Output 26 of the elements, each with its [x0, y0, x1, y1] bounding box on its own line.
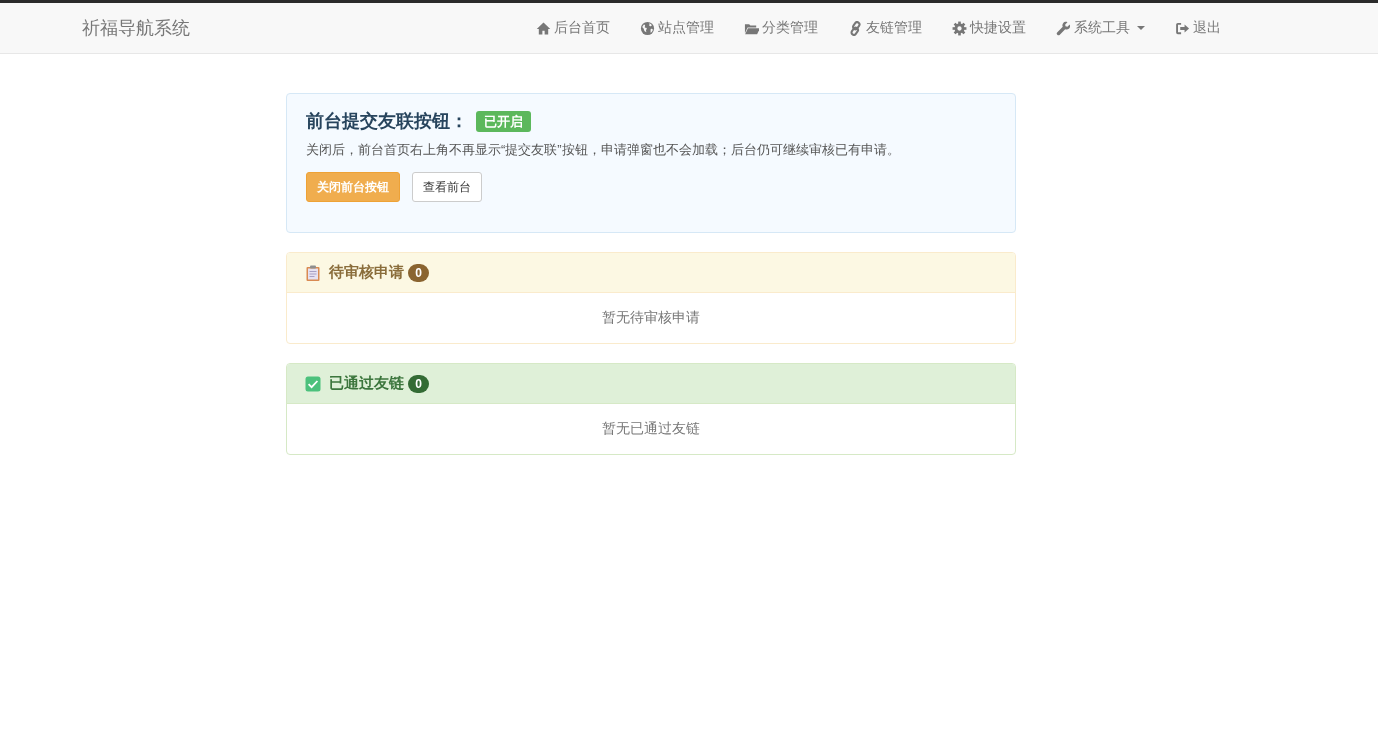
section-title: 已通过友链 — [329, 374, 404, 393]
nav-link[interactable]: 系统工具 — [1041, 3, 1160, 53]
home-icon — [536, 20, 551, 36]
section-title: 待审核申请 — [329, 263, 404, 282]
count-badge: 0 — [408, 263, 429, 282]
globe-icon — [640, 20, 655, 36]
panel-title: 前台提交友联按钮： — [306, 110, 468, 133]
empty-message: 暂无已通过友链 — [602, 420, 700, 438]
empty-message: 暂无待审核申请 — [602, 309, 700, 327]
panel-description: 关闭后，前台首页右上角不再显示“提交友联”按钮，申请弹窗也不会加载；后台仍可继续审核已有申请。 — [306, 141, 901, 159]
check-icon — [305, 375, 321, 392]
status-badge: 已开启 — [476, 110, 531, 132]
nav-link[interactable]: 站点管理 — [625, 3, 729, 53]
wrench-icon — [1056, 20, 1071, 36]
nav-link[interactable]: 友链管理 — [833, 3, 937, 53]
view-button[interactable]: 查看前台 — [412, 172, 482, 202]
clipboard-icon — [305, 264, 321, 281]
nav-link[interactable]: 快捷设置 — [937, 3, 1041, 53]
nav-link[interactable]: 后台首页 — [521, 3, 625, 53]
sign-out-icon — [1175, 20, 1190, 36]
gear-icon — [952, 20, 967, 36]
nav-link[interactable]: 分类管理 — [729, 3, 833, 53]
link-icon — [848, 20, 863, 36]
brand-title[interactable]: 祈福导航系统 — [82, 16, 190, 40]
count-badge: 0 — [408, 374, 429, 393]
nav-link[interactable]: 退出 — [1160, 3, 1236, 53]
